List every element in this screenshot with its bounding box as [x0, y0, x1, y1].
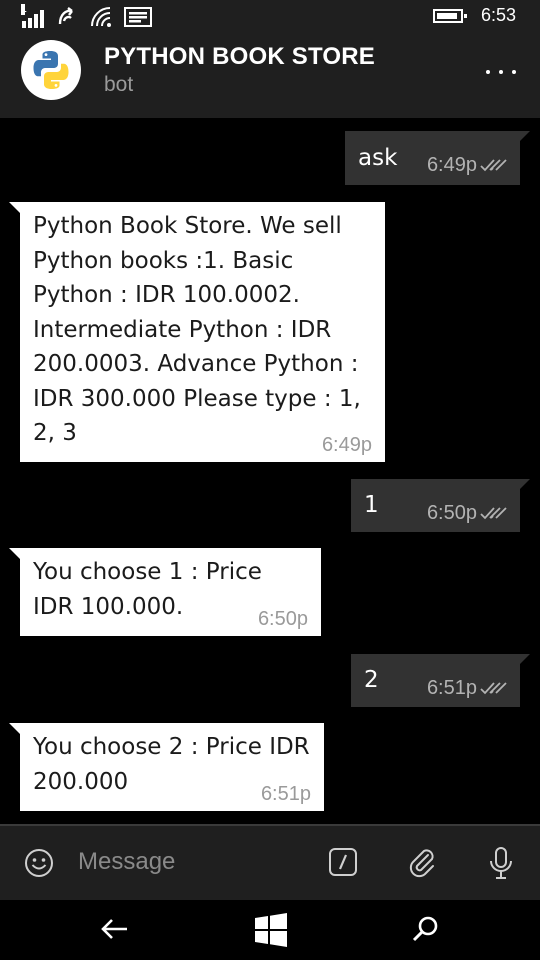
bot-command-icon[interactable]: [328, 847, 358, 877]
battery-icon: [432, 8, 467, 23]
data-sync-icon: [58, 7, 73, 25]
back-arrow-icon[interactable]: [100, 916, 130, 942]
status-icons-right: 6:53: [432, 5, 516, 26]
message-incoming[interactable]: You choose 1 : Price IDR 100.000. 6:50p: [9, 548, 321, 636]
message-notification-icon: [124, 7, 152, 27]
status-icons-left: 1: [21, 4, 152, 28]
chat-subtitle: bot: [104, 73, 134, 96]
attach-icon[interactable]: [406, 846, 438, 878]
message-input[interactable]: [78, 842, 308, 882]
message-outgoing[interactable]: 1 6:50p: [351, 479, 530, 532]
message-incoming[interactable]: You choose 2 : Price IDR 200.000 6:51p: [9, 723, 324, 811]
message-incoming[interactable]: Python Book Store. We sell Python books …: [9, 202, 385, 462]
message-outgoing[interactable]: ask 6:49p: [345, 131, 530, 185]
message-time: 6:51p: [426, 677, 477, 699]
wifi-icon: [91, 7, 111, 27]
message-time: 6:50p: [257, 608, 308, 630]
message-list[interactable]: ask 6:49p Python Book Store. We sell Pyt…: [0, 118, 540, 824]
double-check-icon: [480, 159, 507, 172]
chat-screen: 1 6:53 PYTHON BOOK STORE bot ask 6:49p P…: [0, 0, 540, 960]
message-text: Python Book Store. We sell Python books …: [33, 213, 361, 446]
microphone-icon[interactable]: [488, 846, 514, 880]
signal-strength-icon: 1: [21, 4, 44, 28]
message-outgoing[interactable]: 2 6:51p: [351, 654, 530, 707]
double-check-icon: [480, 682, 507, 695]
more-options-button[interactable]: [486, 62, 516, 82]
chat-header[interactable]: PYTHON BOOK STORE bot: [0, 36, 540, 118]
status-bar: 1 6:53: [0, 0, 540, 36]
chat-title[interactable]: PYTHON BOOK STORE: [104, 43, 375, 71]
signal-label: 1: [21, 4, 27, 15]
clock: 6:53: [480, 5, 516, 25]
python-logo-icon: [33, 51, 69, 89]
message-time: 6:51p: [260, 783, 311, 805]
more-dots-icon: [486, 70, 490, 74]
message-time: 6:49p: [321, 434, 372, 456]
windows-start-icon[interactable]: [254, 913, 288, 947]
message-composer: [0, 824, 540, 900]
search-icon[interactable]: [412, 915, 440, 943]
system-nav-bar: [0, 900, 540, 960]
message-time: 6:49p: [426, 154, 477, 176]
bot-avatar[interactable]: [21, 40, 81, 100]
double-check-icon: [480, 507, 507, 520]
message-time: 6:50p: [426, 502, 477, 524]
emoji-icon[interactable]: [24, 848, 54, 878]
